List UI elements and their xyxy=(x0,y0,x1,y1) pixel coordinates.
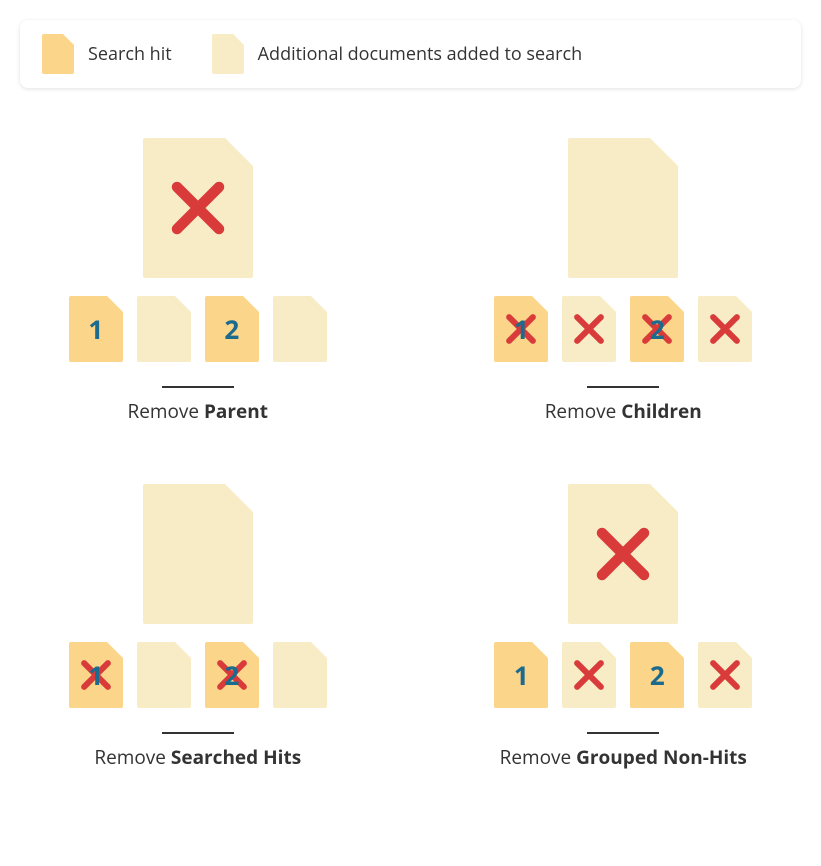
caption-text: Remove xyxy=(127,398,204,424)
legend-item-hit: Search hit xyxy=(42,34,172,74)
doc-number: 2 xyxy=(224,311,239,347)
legend: Search hit Additional documents added to… xyxy=(20,20,801,88)
doc-number: 1 xyxy=(88,657,103,693)
caption-text: Remove xyxy=(500,744,577,770)
child-doc: 1 xyxy=(69,642,123,708)
docs: 1 2 xyxy=(69,138,327,362)
legend-label: Search hit xyxy=(88,42,172,66)
children-row: 1 2 xyxy=(69,642,327,708)
child-doc: 2 xyxy=(205,296,259,362)
child-doc: 2 xyxy=(630,642,684,708)
x-icon xyxy=(568,484,678,624)
x-icon xyxy=(698,642,752,708)
child-doc: 1 xyxy=(494,296,548,362)
divider xyxy=(162,386,234,388)
caption-bold: Parent xyxy=(204,398,268,424)
x-icon xyxy=(698,296,752,362)
child-doc xyxy=(273,296,327,362)
panel-remove-parent: 1 2 Remove Parent xyxy=(20,138,376,424)
child-doc xyxy=(562,642,616,708)
divider xyxy=(587,732,659,734)
panels-grid: 1 2 Remove Parent 1 xyxy=(20,138,801,770)
parent-doc xyxy=(568,138,678,278)
doc-number: 2 xyxy=(224,657,239,693)
doc-number: 1 xyxy=(514,657,529,693)
diagram: Search hit Additional documents added to… xyxy=(0,0,821,790)
x-icon xyxy=(143,138,253,278)
docs: 1 2 xyxy=(69,484,327,708)
x-icon xyxy=(562,642,616,708)
child-doc xyxy=(137,296,191,362)
child-doc: 1 xyxy=(494,642,548,708)
children-row: 1 2 xyxy=(494,642,752,708)
divider xyxy=(587,386,659,388)
child-doc xyxy=(273,642,327,708)
legend-item-added: Additional documents added to search xyxy=(212,34,582,74)
caption-bold: Children xyxy=(621,398,702,424)
document-icon xyxy=(42,34,74,74)
docs: 1 2 xyxy=(494,484,752,708)
child-doc xyxy=(698,642,752,708)
parent-doc xyxy=(143,484,253,624)
document-icon xyxy=(212,34,244,74)
caption: Remove Grouped Non-Hits xyxy=(500,744,747,770)
child-doc xyxy=(698,296,752,362)
divider xyxy=(162,732,234,734)
x-icon xyxy=(562,296,616,362)
child-doc: 2 xyxy=(205,642,259,708)
child-doc: 1 xyxy=(69,296,123,362)
parent-doc xyxy=(568,484,678,624)
doc-number: 1 xyxy=(88,311,103,347)
child-doc xyxy=(137,642,191,708)
parent-doc xyxy=(143,138,253,278)
children-row: 1 2 xyxy=(69,296,327,362)
caption-text: Remove xyxy=(94,744,171,770)
child-doc xyxy=(562,296,616,362)
caption-text: Remove xyxy=(545,398,622,424)
caption: Remove Children xyxy=(545,398,702,424)
caption: Remove Parent xyxy=(127,398,268,424)
legend-label: Additional documents added to search xyxy=(258,42,582,66)
panel-remove-children: 1 2 Remove Children xyxy=(446,138,802,424)
caption-bold: Grouped Non-Hits xyxy=(576,744,747,770)
panel-remove-searched-hits: 1 2 Remove Searched Hits xyxy=(20,484,376,770)
doc-number: 2 xyxy=(650,657,665,693)
caption: Remove Searched Hits xyxy=(94,744,301,770)
caption-bold: Searched Hits xyxy=(171,744,301,770)
doc-number: 1 xyxy=(514,311,529,347)
doc-number: 2 xyxy=(650,311,665,347)
children-row: 1 2 xyxy=(494,296,752,362)
panel-remove-grouped-non-hits: 1 2 Remove Grouped Non-Hits xyxy=(446,484,802,770)
docs: 1 2 xyxy=(494,138,752,362)
child-doc: 2 xyxy=(630,296,684,362)
